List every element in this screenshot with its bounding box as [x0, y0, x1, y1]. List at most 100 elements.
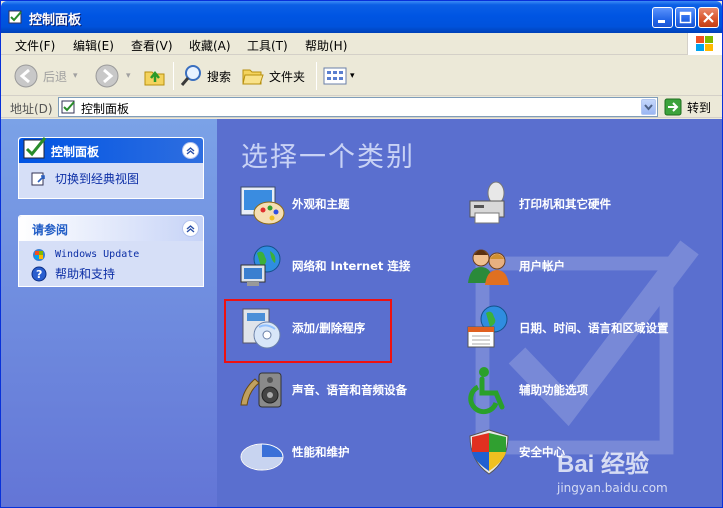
- windows-flag-icon: [696, 36, 713, 51]
- control-panel-icon: [23, 137, 47, 159]
- category-network-internet[interactable]: 网络和 Internet 连接: [237, 241, 410, 291]
- category-accessibility[interactable]: 辅助功能选项: [464, 365, 588, 415]
- address-input[interactable]: 控制面板: [58, 97, 658, 117]
- forward-dropdown-icon[interactable]: ▾: [126, 71, 131, 81]
- task-pane: 控制面板 切换到经典视图 请参阅 Windows Update ? 帮助和支持: [1, 119, 217, 507]
- category-label: 外观和主题: [292, 196, 350, 211]
- go-button[interactable]: 转到: [664, 98, 711, 116]
- menu-bar: 文件(F) 编辑(E) 查看(V) 收藏(A) 工具(T) 帮助(H): [1, 33, 722, 55]
- folders-label: 文件夹: [269, 69, 306, 84]
- menu-help[interactable]: 帮助(H): [305, 37, 347, 54]
- toolbar-separator: [316, 62, 317, 90]
- baidu-watermark: Bai 经验 jingyan.baidu.com: [557, 444, 668, 495]
- category-label: 性能和维护: [292, 444, 350, 459]
- appearance-icon: [240, 186, 285, 225]
- watermark-url: jingyan.baidu.com: [557, 481, 668, 495]
- printer-icon: [469, 181, 505, 224]
- menu-edit[interactable]: 编辑(E): [73, 37, 114, 54]
- go-label: 转到: [687, 100, 712, 115]
- user-accounts-icon: [468, 249, 509, 285]
- up-folder-icon: [144, 70, 165, 86]
- category-label: 日期、时间、语言和区域设置: [519, 320, 669, 335]
- accessibility-icon: [468, 367, 505, 415]
- views-button[interactable]: ▾: [323, 62, 355, 90]
- address-label: 地址(D): [10, 102, 53, 116]
- category-label: 打印机和其它硬件: [519, 196, 611, 211]
- back-label: 后退: [43, 69, 68, 84]
- close-button[interactable]: [698, 7, 719, 28]
- date-time-icon: [467, 305, 508, 348]
- security-center-icon: [469, 429, 509, 475]
- menu-favorites[interactable]: 收藏(A): [189, 37, 231, 54]
- content-area: 控制面板 切换到经典视图 请参阅 Windows Update ? 帮助和支持 …: [1, 119, 722, 507]
- minimize-icon: [658, 20, 665, 23]
- chevron-down-icon: [644, 104, 653, 111]
- forward-arrow-icon: [95, 64, 119, 88]
- help-support-label: 帮助和支持: [55, 267, 116, 281]
- minimize-button[interactable]: [652, 7, 673, 28]
- panel-header[interactable]: 控制面板: [19, 137, 203, 163]
- help-support-link[interactable]: ? 帮助和支持: [31, 264, 203, 283]
- address-dropdown-button[interactable]: [641, 99, 656, 115]
- collapse-button[interactable]: [182, 220, 199, 237]
- menu-view[interactable]: 查看(V): [131, 37, 173, 54]
- forward-button[interactable]: ▾: [94, 62, 131, 90]
- chevron-up-icon: [186, 147, 195, 155]
- collapse-button[interactable]: [182, 142, 199, 159]
- category-label: 网络和 Internet 连接: [292, 258, 411, 273]
- up-folder-button[interactable]: [143, 62, 167, 90]
- see-also-panel: 请参阅 Windows Update ? 帮助和支持: [18, 215, 204, 287]
- maximize-button[interactable]: [675, 7, 696, 28]
- control-panel-icon: [61, 100, 75, 114]
- toolbar: 后退 ▾ ▾ 搜索 文件夹 ▾: [1, 56, 722, 96]
- menu-file[interactable]: 文件(F): [15, 37, 55, 54]
- category-label: 辅助功能选项: [519, 382, 588, 397]
- back-dropdown-icon[interactable]: ▾: [73, 71, 78, 81]
- address-value: 控制面板: [81, 102, 130, 116]
- svg-text:?: ?: [36, 268, 42, 281]
- category-label: 声音、语音和音频设备: [292, 382, 407, 397]
- control-panel-window: 控制面板 文件(F) 编辑(E) 查看(V) 收藏(A) 工具(T) 帮助(H): [0, 0, 723, 508]
- switch-view-icon: [31, 172, 45, 185]
- views-dropdown-icon: ▾: [350, 71, 355, 81]
- search-icon: [180, 65, 201, 86]
- category-user-accounts[interactable]: 用户帐户: [464, 241, 565, 291]
- page-heading: 选择一个类别: [241, 142, 415, 173]
- watermark-logo: Bai 经验: [557, 451, 650, 478]
- search-button[interactable]: 搜索: [179, 62, 231, 90]
- panel-body: Windows Update ? 帮助和支持: [19, 241, 203, 291]
- switch-classic-view-label: 切换到经典视图: [55, 172, 140, 186]
- category-sound-speech-audio[interactable]: 声音、语音和音频设备: [237, 365, 407, 415]
- category-label: 用户帐户: [519, 258, 565, 273]
- category-printers-hardware[interactable]: 打印机和其它硬件: [464, 179, 611, 229]
- panel-header[interactable]: 请参阅: [19, 216, 203, 241]
- menu-tools[interactable]: 工具(T): [247, 37, 288, 54]
- go-arrow-icon: [664, 98, 682, 116]
- category-performance-maintenance[interactable]: 性能和维护: [237, 427, 350, 477]
- windows-update-icon: [33, 248, 45, 261]
- window-title: 控制面板: [29, 13, 82, 28]
- windows-update-link[interactable]: Windows Update: [31, 245, 203, 264]
- performance-icon: [240, 443, 284, 471]
- chevron-up-icon: [186, 225, 195, 233]
- category-security-center[interactable]: 安全中心: [464, 427, 565, 477]
- network-icon: [240, 245, 281, 286]
- back-arrow-icon: [14, 64, 38, 88]
- windows-update-label: Windows Update: [55, 249, 140, 260]
- panel-title: 请参阅: [32, 223, 69, 237]
- panel-title: 控制面板: [51, 145, 100, 159]
- back-button[interactable]: 后退 ▾: [13, 62, 78, 90]
- maximize-icon: [679, 11, 692, 24]
- category-date-time-region[interactable]: 日期、时间、语言和区域设置: [464, 303, 679, 353]
- category-appearance[interactable]: 外观和主题: [237, 179, 350, 229]
- windows-logo: [687, 33, 722, 55]
- switch-classic-view-link[interactable]: 切换到经典视图: [31, 169, 203, 188]
- toolbar-separator: [173, 62, 174, 90]
- views-icon: [323, 67, 347, 85]
- folders-button[interactable]: 文件夹: [241, 62, 305, 90]
- title-bar[interactable]: 控制面板: [1, 1, 722, 33]
- sound-icon: [240, 372, 282, 408]
- folders-icon: [242, 69, 264, 85]
- highlight-box: [224, 299, 392, 363]
- control-panel-icon: [8, 10, 22, 24]
